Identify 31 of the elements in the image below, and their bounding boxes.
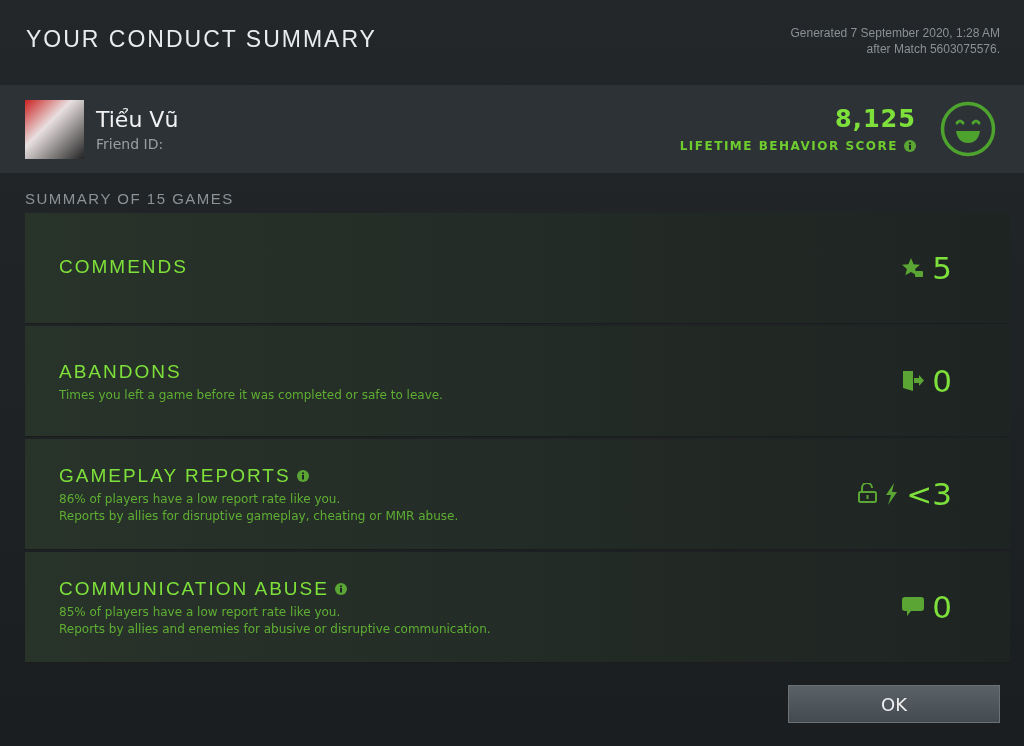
- row-title: GAMEPLAY REPORTS: [59, 465, 291, 487]
- row-count: 5: [932, 250, 952, 286]
- behavior-score-label: LIFETIME BEHAVIOR SCORE: [679, 139, 898, 153]
- row-description: Reports by allies and enemies for abusive or disruptive communication.: [59, 622, 492, 636]
- generated-note: Generated 7 September 2020, 1:28 AM: [790, 26, 1000, 40]
- door-exit-icon: [902, 370, 925, 392]
- behavior-score: 8,125: [835, 105, 916, 133]
- row-description: Times you left a game before it was completed or safe to leave.: [59, 387, 444, 402]
- ok-button[interactable]: OK: [788, 685, 1000, 723]
- info-icon[interactable]: [904, 140, 916, 152]
- summary-heading: SUMMARY OF 15 GAMES: [24, 189, 235, 209]
- info-icon[interactable]: [334, 583, 347, 595]
- row-description: 86% of players have a low report rate like you.: [59, 492, 342, 506]
- speech-bubble-icon: [902, 597, 925, 617]
- lightning-icon: [885, 483, 899, 505]
- avatar-placeholder: [25, 99, 84, 159]
- row-title: COMMENDS: [59, 256, 188, 278]
- row-title: ABANDONS: [59, 360, 182, 383]
- row-description: 85% of players have a low report rate like you.: [59, 605, 342, 619]
- dialog-title: YOUR CONDUCT SUMMARY: [26, 26, 377, 53]
- generated-note: after Match 5603075576.: [866, 42, 1000, 56]
- padlock-icon: [858, 483, 878, 503]
- friend-id-label: Friend ID:: [96, 135, 165, 152]
- row-title: COMMUNICATION ABUSE: [59, 578, 329, 600]
- row-description: Reports by allies for disruptive gameplay, cheating or MMR abuse.: [59, 509, 460, 523]
- info-icon[interactable]: [296, 470, 309, 482]
- row-count: 0: [932, 363, 952, 399]
- row-count: <3: [906, 476, 952, 512]
- row-count: 0: [932, 589, 952, 625]
- player-name: Tiểu Vũ: [96, 106, 180, 132]
- smiley-face-icon: [940, 101, 996, 157]
